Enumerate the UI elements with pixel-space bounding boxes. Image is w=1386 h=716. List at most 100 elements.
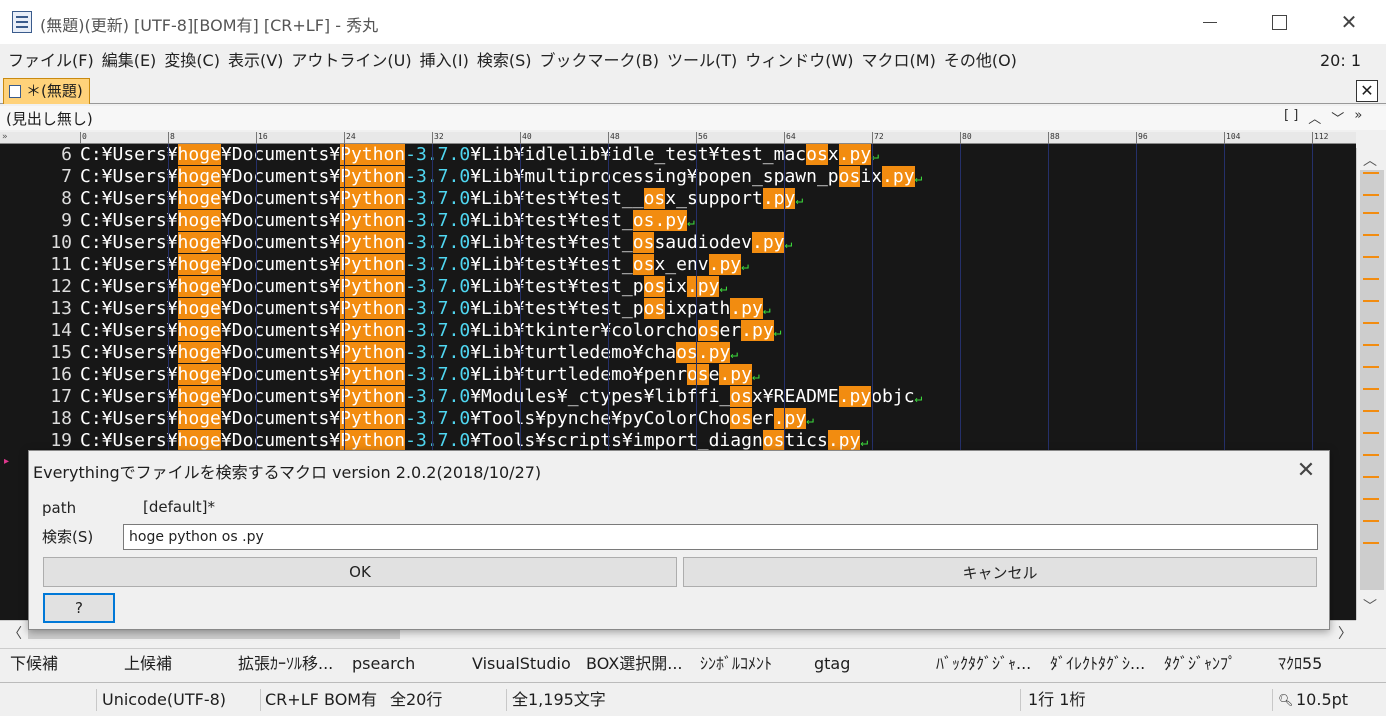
menu-window[interactable]: ウィンドウ(W)	[745, 48, 853, 74]
fkey-prev-candidate[interactable]: 上候補	[124, 649, 172, 679]
ruler-mark: 88	[1048, 132, 1060, 144]
search-highlight: os	[632, 232, 655, 253]
help-button[interactable]: ?	[43, 593, 115, 623]
menu-file[interactable]: ファイル(F)	[8, 48, 94, 74]
ruler-mark: 104	[1224, 132, 1240, 144]
fkey-psearch[interactable]: psearch	[352, 649, 415, 679]
search-highlight: .py	[730, 298, 763, 319]
path-label: path	[42, 499, 77, 517]
double-chevron-right-icon[interactable]: »	[1354, 108, 1362, 127]
editor-line[interactable]: 9 C:¥Users¥hoge¥Documents¥Python-3.7.0¥Li…	[0, 210, 1356, 232]
text-segment: ¥Documents¥	[220, 166, 341, 187]
ruler-mark: 32	[432, 132, 444, 144]
fkey-extended-cursor[interactable]: 拡張ｶｰｿﾙ移...	[238, 649, 333, 679]
scroll-left-icon[interactable]: 〈	[8, 623, 22, 643]
editor-line[interactable]: 7 C:¥Users¥hoge¥Documents¥Python-3.7.0¥Li…	[0, 166, 1356, 188]
text-segment: -3.7.0	[405, 408, 471, 429]
editor-line[interactable]: 17 C:¥Users¥hoge¥Documents¥Python-3.7.0¥M…	[0, 386, 1356, 408]
fkey-direct-tag-jump[interactable]: ﾀﾞｲﾚｸﾄﾀｸﾞｼ...	[1050, 649, 1145, 679]
scroll-down-icon[interactable]: ﹀	[1363, 596, 1377, 616]
fkey-visualstudio[interactable]: VisualStudio	[472, 649, 571, 679]
cancel-button[interactable]: キャンセル	[683, 557, 1317, 587]
menu-insert[interactable]: 挿入(I)	[420, 48, 469, 74]
fkey-tag-jump[interactable]: ﾀｸﾞｼﾞｬﾝﾌﾟ	[1164, 649, 1236, 679]
search-hit-marker	[1363, 172, 1379, 174]
fkey-back-tag-jump[interactable]: ﾊﾞｯｸﾀｸﾞｼﾞｬ...	[936, 649, 1031, 679]
search-highlight: hoge	[177, 144, 221, 165]
ok-button[interactable]: OK	[43, 557, 677, 587]
fkey-macro55[interactable]: ﾏｸﾛ55	[1278, 649, 1322, 679]
scroll-up-icon[interactable]: ︿	[1363, 150, 1377, 170]
line-number: 16	[50, 364, 72, 385]
text-segment: C:¥Users¥	[80, 232, 178, 253]
editor-line[interactable]: 13 C:¥Users¥hoge¥Documents¥Python-3.7.0¥L…	[0, 298, 1356, 320]
line-text: C:¥Users¥hoge¥Documents¥Python-3.7.0¥Lib…	[80, 166, 922, 190]
vertical-scroll-thumb[interactable]	[1360, 170, 1384, 590]
tab-untitled[interactable]: ＊(無題)	[3, 78, 90, 104]
line-text: C:¥Users¥hoge¥Documents¥Python-3.7.0¥Lib…	[80, 276, 727, 300]
search-hit-marker	[1363, 432, 1379, 434]
menu-search[interactable]: 検索(S)	[477, 48, 532, 74]
menu-macro[interactable]: マクロ(M)	[862, 48, 936, 74]
close-tab-button[interactable]: ✕	[1356, 80, 1378, 102]
search-input[interactable]: hoge python os .py	[123, 524, 1318, 550]
fkey-gtag[interactable]: gtag	[814, 649, 850, 679]
editor-line[interactable]: 16 C:¥Users¥hoge¥Documents¥Python-3.7.0¥L…	[0, 364, 1356, 386]
status-bom[interactable]: BOM有	[324, 683, 377, 716]
search-highlight: .py	[838, 386, 872, 407]
search-highlight: os	[838, 166, 861, 187]
menu-view[interactable]: 表示(V)	[228, 48, 283, 74]
search-hit-marker	[1363, 498, 1379, 500]
menu-other[interactable]: その他(O)	[944, 48, 1017, 74]
fkey-symbol-comment[interactable]: ｼﾝﾎﾞﾙｺﾒﾝﾄ	[700, 649, 772, 679]
search-highlight: os	[730, 408, 752, 429]
search-highlight: Python	[340, 342, 406, 363]
tab-bar: ＊(無題) ✕	[0, 78, 1386, 104]
minimize-button[interactable]	[1187, 0, 1233, 44]
status-zoom[interactable]: 10.5pt	[1296, 683, 1348, 716]
maximize-button[interactable]	[1256, 0, 1302, 44]
menu-outline[interactable]: アウトライン(U)	[291, 48, 411, 74]
status-separator	[260, 689, 261, 711]
editor-line[interactable]: 8 C:¥Users¥hoge¥Documents¥Python-3.7.0¥Li…	[0, 188, 1356, 210]
dialog-close-button[interactable]: ✕	[1291, 455, 1321, 485]
search-highlight: Python	[340, 320, 406, 341]
line-text: C:¥Users¥hoge¥Documents¥Python-3.7.0¥Lib…	[80, 144, 879, 168]
fold-toggle-icon[interactable]: [ ]	[1284, 108, 1298, 127]
chevron-down-icon[interactable]: ﹀	[1331, 108, 1344, 127]
editor-line[interactable]: 12 C:¥Users¥hoge¥Documents¥Python-3.7.0¥L…	[0, 276, 1356, 298]
line-text: C:¥Users¥hoge¥Documents¥Python-3.7.0¥Too…	[80, 408, 814, 432]
editor-line[interactable]: 10 C:¥Users¥hoge¥Documents¥Python-3.7.0¥L…	[0, 232, 1356, 254]
menu-tools[interactable]: ツール(T)	[667, 48, 737, 74]
fkey-next-candidate[interactable]: 下候補	[10, 649, 58, 679]
close-window-button[interactable]: ✕	[1326, 0, 1372, 44]
editor-line[interactable]: 14 C:¥Users¥hoge¥Documents¥Python-3.7.0¥L…	[0, 320, 1356, 342]
editor-line[interactable]: 18 C:¥Users¥hoge¥Documents¥Python-3.7.0¥T…	[0, 408, 1356, 430]
search-highlight: .py	[762, 188, 796, 209]
status-separator	[96, 689, 97, 711]
search-highlight: os	[697, 320, 720, 341]
editor-line[interactable]: 6 C:¥Users¥hoge¥Documents¥Python-3.7.0¥Li…	[0, 144, 1356, 166]
status-newline[interactable]: CR+LF	[265, 683, 319, 716]
hidemaru-app-icon[interactable]	[12, 11, 32, 33]
menu-edit[interactable]: 編集(E)	[102, 48, 157, 74]
search-hit-marker	[1363, 300, 1379, 302]
status-encoding[interactable]: Unicode(UTF-8)	[102, 683, 226, 716]
scroll-right-icon[interactable]: 〉	[1338, 623, 1352, 643]
line-number: 17	[50, 386, 72, 407]
vertical-scrollbar[interactable]: ︿ ﹀	[1356, 148, 1386, 620]
editor-line[interactable]: 11 C:¥Users¥hoge¥Documents¥Python-3.7.0¥L…	[0, 254, 1356, 276]
menu-bookmark[interactable]: ブックマーク(B)	[540, 48, 659, 74]
newline-mark-icon: ↵	[914, 391, 923, 406]
menu-convert[interactable]: 変換(C)	[164, 48, 220, 74]
search-hit-marker	[1363, 234, 1379, 236]
ruler-mark: 16	[256, 132, 268, 144]
line-text: C:¥Users¥hoge¥Documents¥Python-3.7.0¥Lib…	[80, 232, 792, 256]
editor-line[interactable]: 15 C:¥Users¥hoge¥Documents¥Python-3.7.0¥L…	[0, 342, 1356, 364]
editor-line[interactable]: 19 C:¥Users¥hoge¥Documents¥Python-3.7.0¥T…	[0, 430, 1356, 452]
fkey-box-select[interactable]: BOX選択開...	[586, 649, 683, 679]
chevron-up-icon[interactable]: ︿	[1308, 108, 1321, 127]
search-highlight: os	[632, 254, 655, 275]
text-segment: ¥Documents¥	[220, 254, 341, 275]
tab-label: ＊(無題)	[26, 82, 83, 100]
